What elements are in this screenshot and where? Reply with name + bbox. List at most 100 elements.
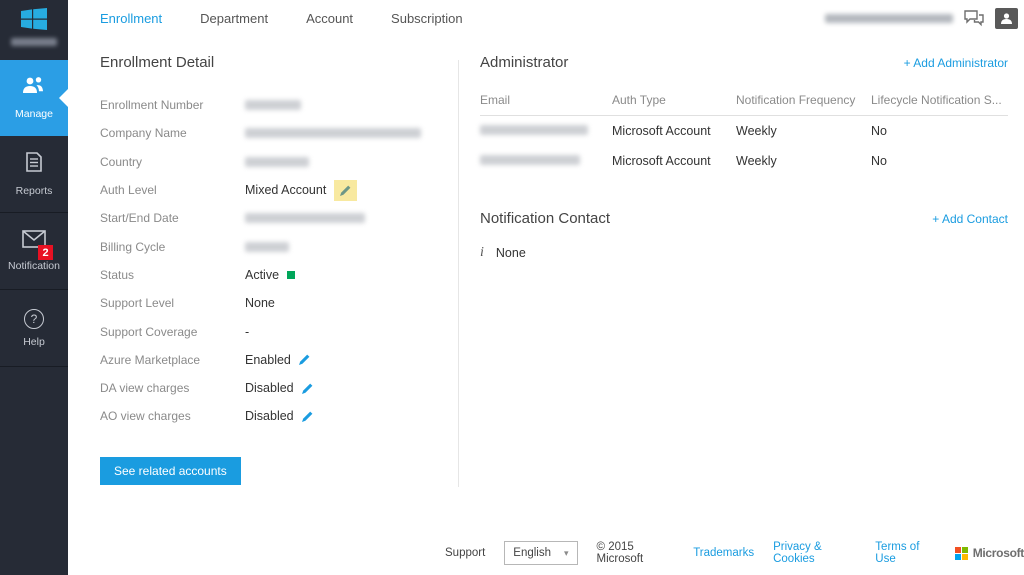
see-related-accounts-button[interactable]: See related accounts: [100, 457, 241, 485]
redacted-value: [245, 128, 421, 138]
redacted-email: [480, 155, 580, 165]
empty-text: None: [496, 246, 526, 260]
footer: Support English ▾ © 2015 Microsoft Trade…: [445, 539, 1024, 567]
windows-logo-icon: [0, 8, 68, 30]
field-azure-marketplace: Azure Marketplace Enabled: [100, 346, 445, 374]
redacted-value: [245, 242, 289, 252]
user-avatar-button[interactable]: [995, 8, 1018, 29]
field-label: AO view charges: [100, 409, 245, 423]
field-support-coverage: Support Coverage -: [100, 317, 445, 345]
redacted-email: [480, 125, 588, 135]
feedback-chat-icon[interactable]: [963, 9, 985, 27]
tab-enrollment[interactable]: Enrollment: [100, 11, 162, 26]
enrollment-detail-section: Enrollment Detail Enrollment Number Comp…: [100, 54, 445, 485]
field-start-end-date: Start/End Date: [100, 204, 445, 232]
app-logo-block[interactable]: [0, 0, 68, 60]
report-document-icon: [24, 151, 44, 178]
field-label: Support Coverage: [100, 325, 245, 339]
sidebar-item-label: Reports: [16, 185, 53, 197]
enrollment-field-list: Enrollment Number Company Name Country A…: [100, 91, 445, 431]
sidebar: Manage Reports 2 Notification ? Help: [0, 0, 68, 575]
notification-contact-title: Notification Contact: [480, 210, 610, 227]
field-label: Company Name: [100, 126, 245, 140]
field-label: Billing Cycle: [100, 240, 245, 254]
header-right: [825, 8, 1024, 29]
microsoft-logo: Microsoft: [955, 546, 1024, 560]
notification-badge: 2: [38, 245, 53, 260]
admin-table-row[interactable]: Microsoft Account Weekly No: [480, 146, 1008, 176]
administrator-title: Administrator: [480, 54, 568, 71]
terms-of-use-link[interactable]: Terms of Use: [875, 541, 935, 565]
field-label: Enrollment Number: [100, 98, 245, 112]
edit-ao-view-charges-pencil-icon[interactable]: [302, 411, 313, 422]
microsoft-logo-text: Microsoft: [973, 546, 1024, 560]
notification-contact-empty: i None: [480, 245, 1008, 261]
cell-lifecycle: No: [871, 116, 1008, 147]
sidebar-item-help[interactable]: ? Help: [0, 290, 68, 367]
enrollment-number-redacted: [11, 38, 57, 46]
cell-frequency: Weekly: [736, 146, 871, 176]
privacy-cookies-link[interactable]: Privacy & Cookies: [773, 541, 856, 565]
administrator-header: Administrator + Add Administrator: [480, 54, 1008, 71]
col-auth-type: Auth Type: [612, 87, 736, 116]
field-value-text: -: [245, 325, 249, 339]
redacted-value: [245, 213, 365, 223]
sidebar-item-reports[interactable]: Reports: [0, 136, 68, 213]
tab-account[interactable]: Account: [306, 11, 353, 26]
account-name-redacted: [825, 14, 953, 23]
cell-lifecycle: No: [871, 146, 1008, 176]
field-enrollment-number: Enrollment Number: [100, 91, 445, 119]
field-label: Azure Marketplace: [100, 353, 245, 367]
field-value-text: None: [245, 296, 275, 310]
right-column: Administrator + Add Administrator Email …: [480, 54, 1008, 261]
cell-auth-type: Microsoft Account: [612, 116, 736, 147]
redacted-value: [245, 157, 309, 167]
add-administrator-link[interactable]: + Add Administrator: [904, 56, 1008, 70]
field-country: Country: [100, 148, 445, 176]
field-value-text: Enabled: [245, 353, 291, 367]
sidebar-item-notification[interactable]: 2 Notification: [0, 213, 68, 290]
tab-subscription[interactable]: Subscription: [391, 11, 463, 26]
language-select[interactable]: English ▾: [504, 541, 577, 565]
field-ao-view-charges: AO view charges Disabled: [100, 402, 445, 430]
administrator-table: Email Auth Type Notification Frequency L…: [480, 87, 1008, 176]
enrollment-detail-title: Enrollment Detail: [100, 54, 445, 71]
person-icon: [1000, 12, 1013, 25]
main-nav: Enrollment Department Account Subscripti…: [68, 11, 463, 26]
admin-table-header-row: Email Auth Type Notification Frequency L…: [480, 87, 1008, 116]
field-da-view-charges: DA view charges Disabled: [100, 374, 445, 402]
field-label: Auth Level: [100, 183, 245, 197]
sidebar-item-manage[interactable]: Manage: [0, 60, 68, 136]
cell-auth-type: Microsoft Account: [612, 146, 736, 176]
col-lifecycle-notification: Lifecycle Notification S...: [871, 87, 1008, 116]
field-auth-level: Auth Level Mixed Account: [100, 176, 445, 204]
support-link[interactable]: Support: [445, 547, 485, 559]
cell-frequency: Weekly: [736, 116, 871, 147]
help-question-icon: ?: [24, 309, 44, 329]
tab-department[interactable]: Department: [200, 11, 268, 26]
column-divider: [458, 60, 459, 487]
field-status: Status Active: [100, 261, 445, 289]
field-label: Country: [100, 155, 245, 169]
status-green-indicator: [287, 271, 295, 279]
admin-table-row[interactable]: Microsoft Account Weekly No: [480, 116, 1008, 147]
edit-azure-marketplace-pencil-icon[interactable]: [299, 354, 310, 365]
sidebar-item-label: Help: [23, 336, 45, 348]
field-value-text: Disabled: [245, 409, 294, 423]
edit-da-view-charges-pencil-icon[interactable]: [302, 383, 313, 394]
field-label: Status: [100, 268, 245, 282]
chevron-down-icon: ▾: [564, 548, 569, 559]
copyright-text: © 2015 Microsoft: [597, 541, 675, 565]
sidebar-item-label: Notification: [8, 260, 60, 272]
field-label: Start/End Date: [100, 211, 245, 225]
edit-auth-level-pencil-icon[interactable]: [334, 180, 357, 201]
field-label: DA view charges: [100, 381, 245, 395]
add-contact-link[interactable]: + Add Contact: [932, 212, 1008, 226]
field-value-text: Mixed Account: [245, 183, 326, 197]
language-selected-value: English: [513, 547, 551, 559]
trademarks-link[interactable]: Trademarks: [693, 547, 754, 559]
field-support-level: Support Level None: [100, 289, 445, 317]
sidebar-item-label: Manage: [15, 108, 53, 120]
microsoft-squares-icon: [955, 547, 968, 560]
field-value-text: Disabled: [245, 381, 294, 395]
